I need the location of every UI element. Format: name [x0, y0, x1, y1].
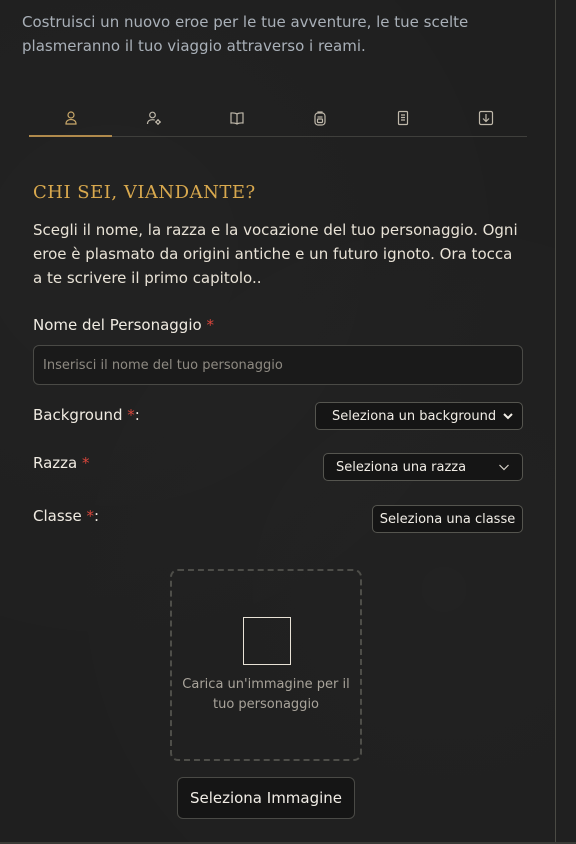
intro-text: Costruisci un nuovo eroe per le tue avve…: [22, 13, 469, 55]
character-creation-panel: Costruisci un nuovo eroe per le tue avve…: [0, 0, 556, 842]
background-label-text: Background: [33, 406, 123, 424]
name-label: Nome del Personaggio *: [33, 316, 214, 334]
name-placeholder: Inserisci il nome del tuo personaggio: [43, 357, 283, 373]
section-description: Scegli il nome, la razza e la vocazione …: [33, 221, 518, 287]
background-select[interactable]: Seleziona un background: [315, 402, 523, 430]
section-title: CHI SEI, VIANDANTE?: [33, 182, 256, 203]
class-label: Classe *:: [33, 507, 99, 525]
tab-identity[interactable]: [29, 104, 112, 137]
chevron-down-icon: [499, 464, 509, 471]
background-select-value: Seleziona un background: [332, 408, 497, 424]
name-label-text: Nome del Personaggio: [33, 316, 202, 334]
label-colon: :: [93, 507, 100, 525]
race-select[interactable]: Seleziona una razza: [323, 453, 523, 481]
tab-notes[interactable]: [361, 104, 444, 136]
image-placeholder-icon: [243, 617, 291, 665]
tab-equipment[interactable]: [278, 104, 361, 136]
required-mark: *: [82, 454, 90, 472]
upload-hint: Carica un'immagine per il tuo personaggi…: [182, 677, 350, 712]
required-mark: *: [206, 316, 214, 334]
backpack-icon: [313, 111, 326, 126]
character-name-input[interactable]: Inserisci il nome del tuo personaggio: [33, 345, 523, 385]
step-tabs: [29, 104, 527, 137]
label-colon: :: [134, 406, 140, 424]
select-image-button[interactable]: Seleziona Immagine: [177, 777, 355, 819]
race-label: Razza *: [33, 454, 90, 472]
page-margin: [556, 0, 576, 844]
download-icon: [478, 110, 493, 126]
select-class-button[interactable]: Seleziona una classe: [372, 505, 523, 533]
background-label: Background *:: [33, 406, 140, 424]
image-upload-dropzone[interactable]: Carica un'immagine per il tuo personaggi…: [170, 569, 362, 761]
scroll-icon: [397, 110, 408, 126]
class-label-text: Classe: [33, 507, 82, 525]
user-icon: [64, 111, 77, 125]
book-icon: [229, 112, 244, 125]
required-mark: *: [86, 507, 94, 525]
tab-attributes[interactable]: [112, 104, 195, 136]
race-select-value: Seleziona una razza: [336, 459, 467, 475]
user-settings-icon: [146, 111, 161, 125]
required-mark: *: [127, 406, 135, 424]
tab-export[interactable]: [444, 104, 527, 136]
tab-story[interactable]: [195, 104, 278, 136]
race-label-text: Razza: [33, 454, 78, 472]
chevron-down-icon: [503, 413, 513, 420]
